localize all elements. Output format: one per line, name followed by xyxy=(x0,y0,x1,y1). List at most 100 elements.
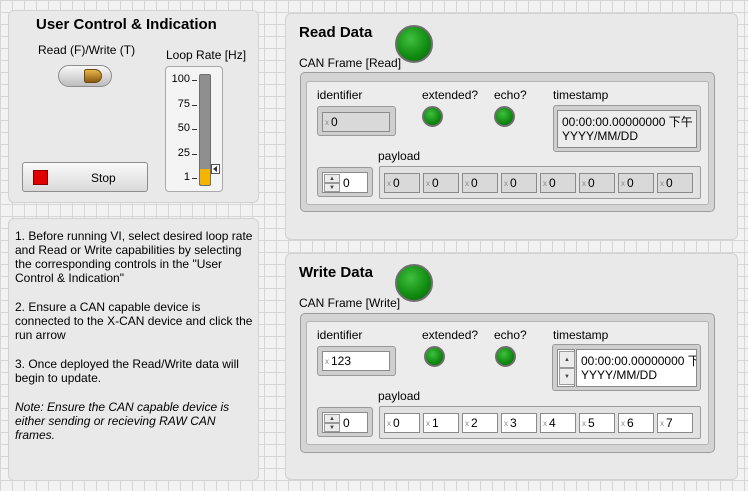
hex-prefix: x xyxy=(582,419,586,428)
read-data-title: Read Data xyxy=(299,24,373,41)
read-payload-label: payload xyxy=(378,149,421,163)
read-echo-led xyxy=(494,106,515,127)
loop-rate-tick-label: 50 xyxy=(177,122,190,134)
read-payload-index[interactable]: ▲ ▼ 0 xyxy=(322,172,368,193)
hex-prefix: x xyxy=(426,179,430,188)
hex-prefix: x xyxy=(621,179,625,188)
write-payload-byte[interactable]: x7 xyxy=(657,413,693,433)
read-payload-byte: x0 xyxy=(462,173,498,193)
write-timestamp-label: timestamp xyxy=(553,328,609,342)
write-payload-index[interactable]: ▲ ▼ 0 xyxy=(322,412,368,433)
read-payload-byte-value: 0 xyxy=(549,176,556,190)
read-payload-byte: x0 xyxy=(657,173,693,193)
write-payload-byte-value: 7 xyxy=(666,416,673,430)
write-timestamp-spinner[interactable]: ▲ ▼ xyxy=(557,349,575,387)
loop-rate-tick-mark xyxy=(192,104,197,106)
decrement-icon[interactable]: ▼ xyxy=(559,368,575,385)
read-write-label: Read (F)/Write (T) xyxy=(38,43,136,57)
read-echo-label: echo? xyxy=(494,88,527,102)
increment-icon[interactable]: ▲ xyxy=(324,414,340,423)
read-payload-index-value: 0 xyxy=(343,176,350,190)
thumb-arrow-icon xyxy=(213,166,217,173)
instruction-step-2: 2. Ensure a CAN capable device is connec… xyxy=(15,300,253,342)
read-payload-byte-value: 0 xyxy=(471,176,478,190)
increment-icon[interactable]: ▲ xyxy=(559,351,575,368)
hex-prefix: x xyxy=(660,419,664,428)
instructions-text: 1. Before running VI, select desired loo… xyxy=(15,229,257,457)
read-timestamp-label: timestamp xyxy=(553,88,609,102)
hex-prefix: x xyxy=(426,419,430,428)
loop-rate-label: Loop Rate [Hz] xyxy=(166,48,247,62)
loop-rate-tick-label: 100 xyxy=(171,73,190,85)
read-payload-byte-value: 0 xyxy=(432,176,439,190)
instruction-step-3: 3. Once deployed the Read/Write data wil… xyxy=(15,357,239,385)
write-payload-byte[interactable]: x5 xyxy=(579,413,615,433)
read-extended-led xyxy=(422,106,443,127)
read-identifier-prefix: x xyxy=(325,118,329,127)
write-identifier-prefix: x xyxy=(325,357,329,366)
read-payload-byte-value: 0 xyxy=(510,176,517,190)
write-payload-byte[interactable]: x1 xyxy=(423,413,459,433)
write-payload-byte-value: 2 xyxy=(471,416,478,430)
read-payload-byte: x0 xyxy=(423,173,459,193)
write-identifier-input[interactable]: x 123 xyxy=(322,351,390,371)
write-payload-byte-value: 1 xyxy=(432,416,439,430)
write-echo-label: echo? xyxy=(494,328,527,342)
hex-prefix: x xyxy=(543,419,547,428)
read-payload-byte: x0 xyxy=(540,173,576,193)
write-echo-toggle[interactable] xyxy=(495,346,516,367)
read-payload-byte: x0 xyxy=(579,173,615,193)
read-write-toggle[interactable] xyxy=(58,65,112,87)
instruction-step-1: 1. Before running VI, select desired loo… xyxy=(15,229,253,285)
loop-rate-slider-thumb[interactable] xyxy=(211,164,220,175)
write-payload-byte[interactable]: x4 xyxy=(540,413,576,433)
stop-button[interactable]: Stop xyxy=(22,162,148,192)
hex-prefix: x xyxy=(504,179,508,188)
increment-icon[interactable]: ▲ xyxy=(324,174,340,183)
write-payload-byte-value: 0 xyxy=(393,416,400,430)
hex-prefix: x xyxy=(387,419,391,428)
hex-prefix: x xyxy=(465,179,469,188)
write-payload-byte-value: 4 xyxy=(549,416,556,430)
write-payload-byte-value: 5 xyxy=(588,416,595,430)
decrement-icon[interactable]: ▼ xyxy=(324,423,340,432)
user-control-title: User Control & Indication xyxy=(36,16,217,33)
write-extended-label: extended? xyxy=(422,328,479,342)
hex-prefix: x xyxy=(582,179,586,188)
hex-prefix: x xyxy=(465,419,469,428)
write-timestamp-input[interactable]: 00:00:00.00000000 下午 YYYY/MM/DD xyxy=(576,349,697,387)
write-payload-byte[interactable]: x2 xyxy=(462,413,498,433)
decrement-icon[interactable]: ▼ xyxy=(324,183,340,192)
write-payload-byte[interactable]: x0 xyxy=(384,413,420,433)
hex-prefix: x xyxy=(543,179,547,188)
read-timestamp-value: 00:00:00.00000000 下午 YYYY/MM/DD xyxy=(557,110,697,148)
loop-rate-tick-mark xyxy=(192,153,197,155)
hex-prefix: x xyxy=(504,419,508,428)
write-payload-byte[interactable]: x6 xyxy=(618,413,654,433)
loop-rate-tick-label: 1 xyxy=(183,171,190,183)
instruction-note: Note: Ensure the CAN capable device is e… xyxy=(15,400,230,442)
hex-prefix: x xyxy=(621,419,625,428)
read-payload-byte: x0 xyxy=(501,173,537,193)
loop-rate-tick-mark xyxy=(192,129,197,130)
read-extended-label: extended? xyxy=(422,88,479,102)
read-frame-label: CAN Frame [Read] xyxy=(299,56,402,70)
read-identifier-value: x0 xyxy=(322,112,390,132)
write-payload-label: payload xyxy=(378,389,421,403)
loop-rate-slider-fill xyxy=(200,169,210,185)
loop-rate-tick-label: 75 xyxy=(177,97,190,110)
write-identifier-label: identifier xyxy=(317,328,363,342)
write-extended-toggle[interactable] xyxy=(424,346,445,367)
read-payload-byte-value: 0 xyxy=(627,176,634,190)
read-identifier-label: identifier xyxy=(317,88,363,102)
stop-button-label: Stop xyxy=(91,171,116,185)
write-payload-byte-value: 3 xyxy=(510,416,517,430)
write-status-led xyxy=(395,264,433,302)
write-data-title: Write Data xyxy=(299,264,373,281)
toggle-lever-icon xyxy=(84,69,102,83)
write-payload-byte-value: 6 xyxy=(627,416,634,430)
hex-prefix: x xyxy=(660,179,664,188)
write-payload-byte[interactable]: x3 xyxy=(501,413,537,433)
loop-rate-tick-label: 25 xyxy=(177,146,190,159)
hex-prefix: x xyxy=(387,179,391,188)
